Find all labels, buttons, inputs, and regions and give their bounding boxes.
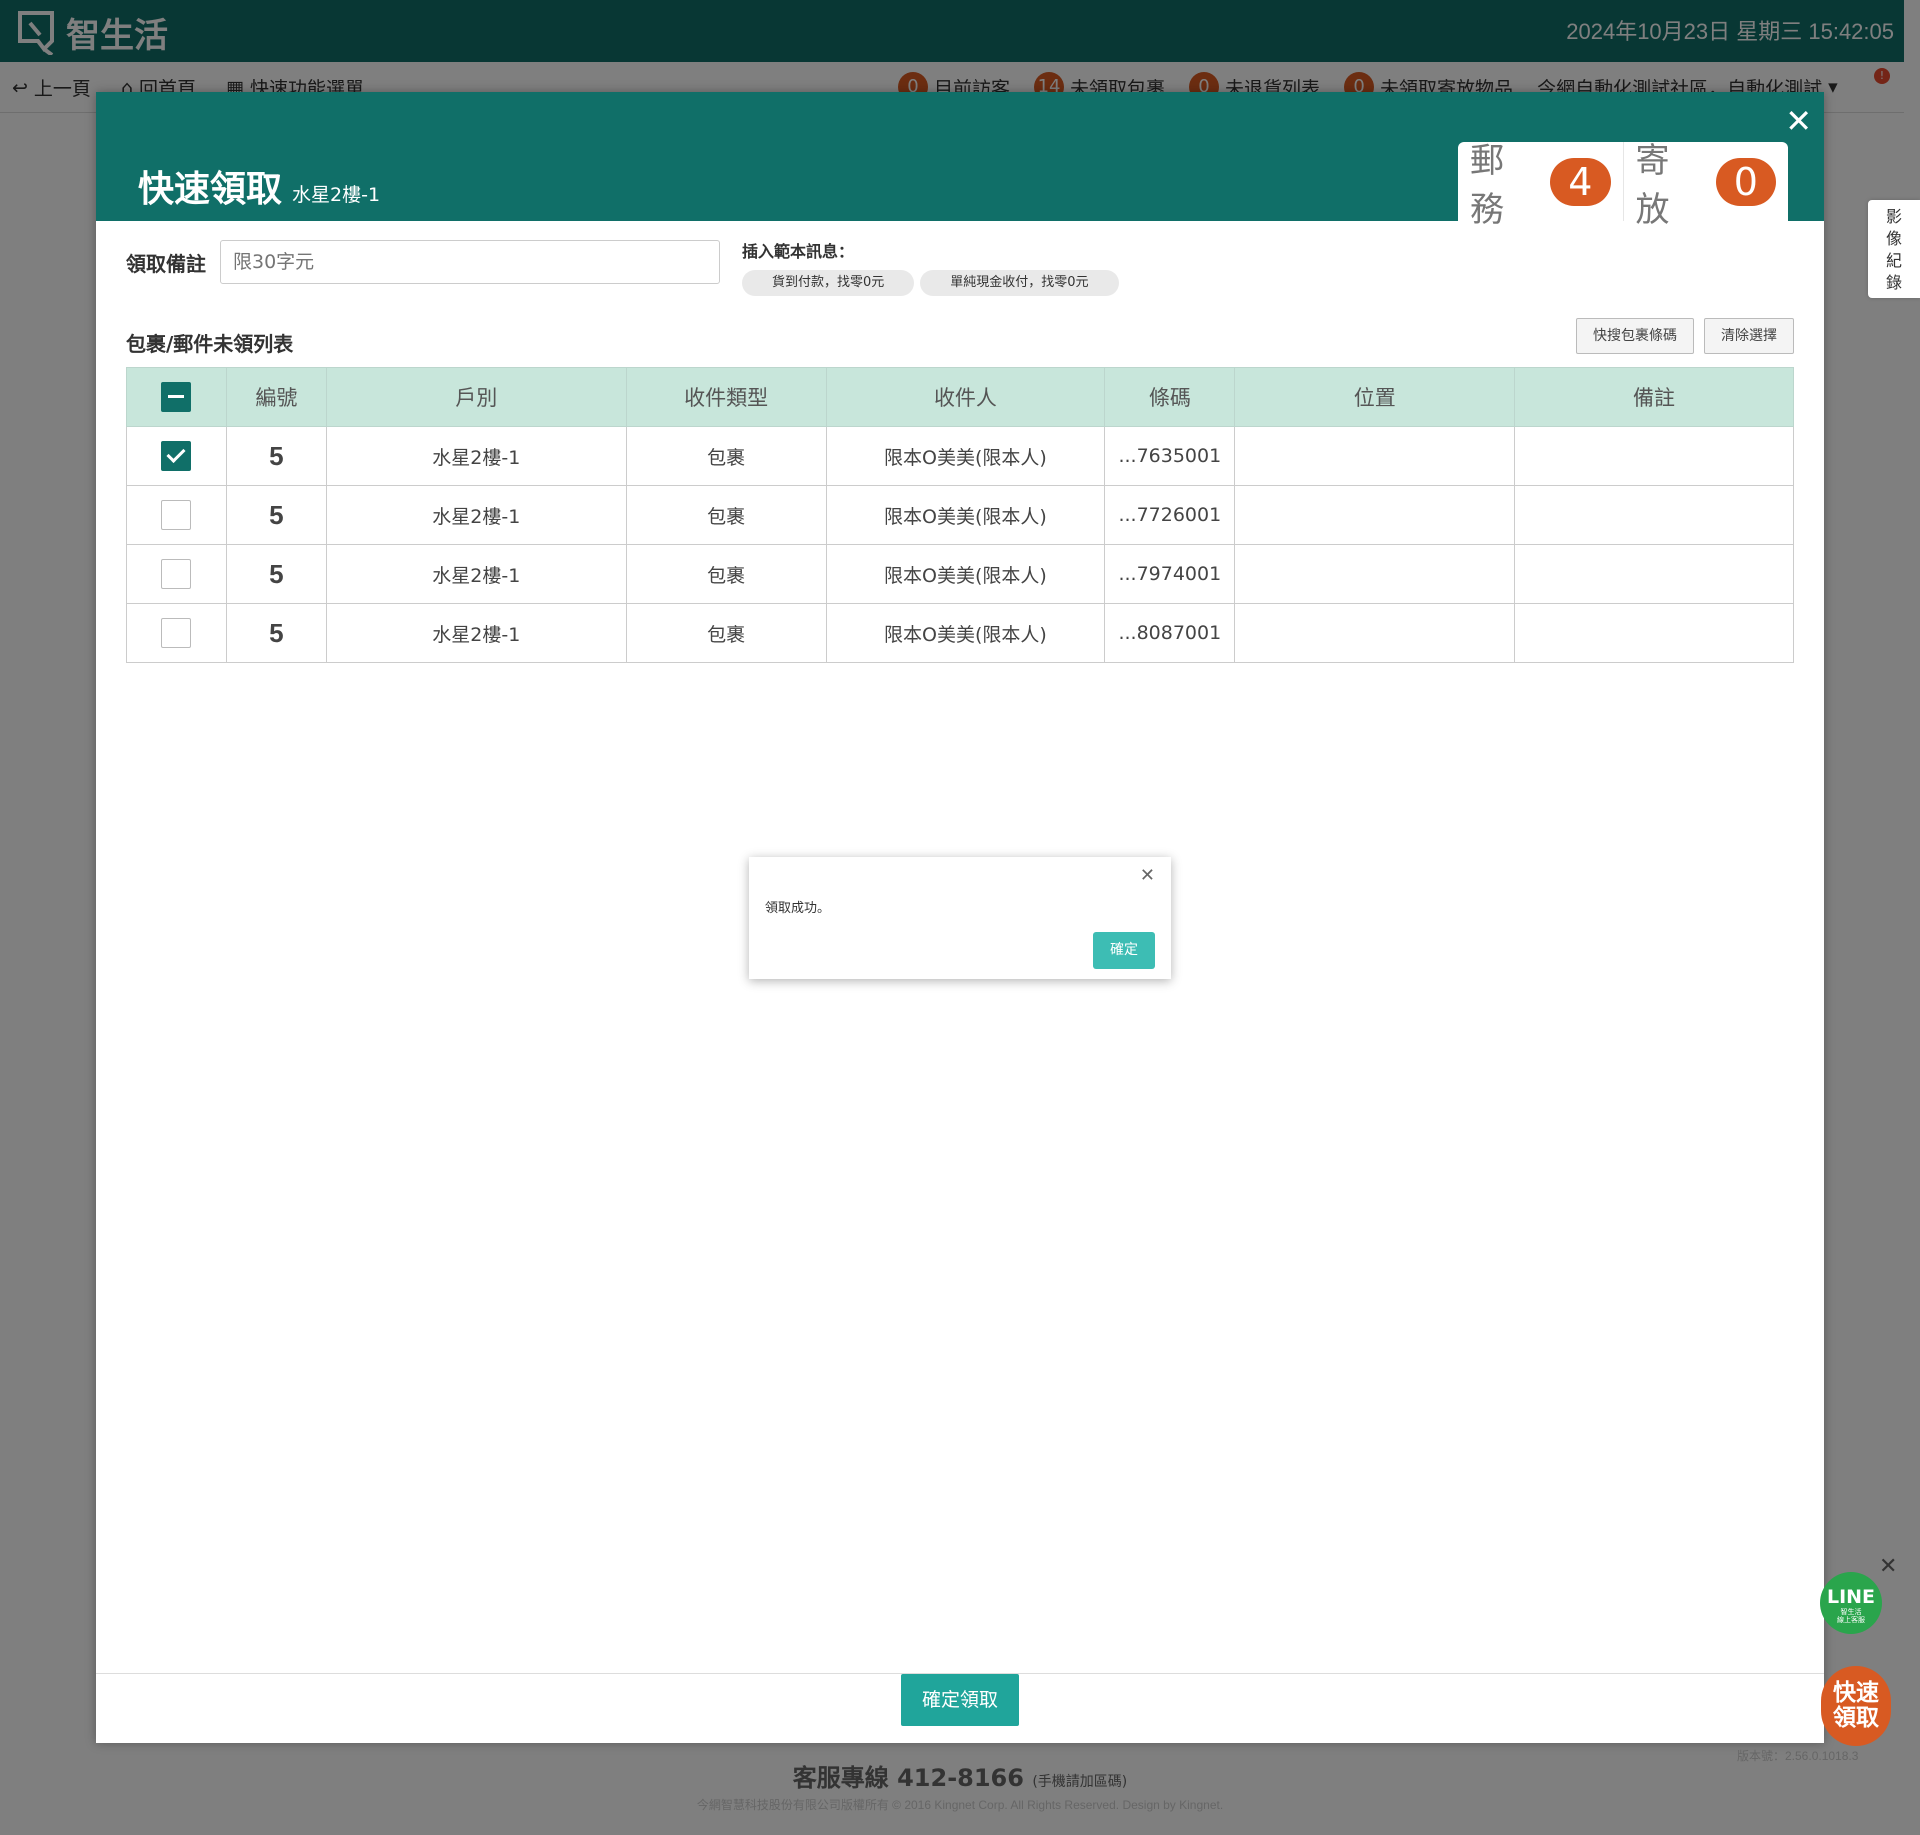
row-unit: 水星2樓-1 — [325, 485, 627, 545]
column-header: 條碼 — [1104, 367, 1236, 427]
column-header: 編號 — [225, 367, 327, 427]
column-header: 收件類型 — [625, 367, 827, 427]
list-title: 包裹/郵件未領列表 — [126, 332, 294, 356]
line-label: LINE — [1826, 1586, 1876, 1608]
row-recipient: 限本O美美(限本人) — [825, 544, 1106, 604]
tab-count: 0 — [1715, 157, 1776, 206]
row-unit: 水星2樓-1 — [325, 426, 627, 486]
confirm-pickup-button[interactable]: 確定領取 — [901, 1674, 1019, 1726]
quick-label: 快速 — [1833, 1680, 1879, 1706]
row-barcode: ...7726001 — [1104, 485, 1236, 545]
row-location — [1234, 603, 1516, 663]
row-location — [1234, 544, 1516, 604]
row-select-cell[interactable] — [126, 544, 227, 604]
row-type: 包裹 — [625, 544, 827, 604]
row-type: 包裹 — [625, 485, 827, 545]
line-sub-label: 線上客服 — [1837, 1616, 1865, 1624]
line-service-button[interactable]: LINE 智生活 線上客服 — [1820, 1572, 1882, 1634]
tab-postal[interactable]: 郵務 4 — [1458, 133, 1623, 231]
row-select-cell[interactable] — [126, 426, 227, 486]
clear-selection-button[interactable]: 清除選擇 — [1704, 318, 1794, 354]
note-row: 領取備註 — [126, 240, 720, 284]
tab-label: 寄放 — [1635, 140, 1670, 230]
copyright: 今網智慧科技股份有限公司版權所有 © 2016 Kingnet Corp. Al… — [696, 1798, 1224, 1812]
side-tab-char: 影 — [1885, 207, 1902, 226]
select-all-header[interactable] — [126, 367, 227, 427]
hotline-label: 客服專線 — [792, 1764, 889, 1792]
table-row[interactable]: 5 水星2樓-1 包裹 限本O美美(限本人) ...8087001 — [126, 603, 1794, 663]
quick-pickup-float-button[interactable]: 快速 領取 — [1821, 1666, 1891, 1746]
row-note — [1514, 485, 1794, 545]
row-checkbox[interactable] — [161, 559, 192, 589]
dialog-ok-button[interactable]: 確定 — [1093, 932, 1155, 969]
note-input[interactable] — [220, 240, 720, 284]
row-type: 包裹 — [625, 603, 827, 663]
package-table: 編號 戶別 收件類型 收件人 條碼 位置 備註 5 水星2樓-1 包裹 限本O美… — [126, 367, 1794, 663]
note-label: 領取備註 — [126, 251, 206, 276]
table-header-row: 編號 戶別 收件類型 收件人 條碼 位置 備註 — [126, 367, 1794, 427]
table-row[interactable]: 5 水星2樓-1 包裹 限本O美美(限本人) ...7726001 — [126, 485, 1794, 545]
tab-storage[interactable]: 寄放 0 — [1623, 133, 1788, 231]
select-all-checkbox[interactable] — [161, 382, 192, 412]
modal-subtitle: 水星2樓-1 — [292, 184, 381, 206]
hotline-note: (手機請加區碼) — [1032, 1774, 1128, 1790]
tab-bar: 郵務 4 寄放 0 — [1458, 141, 1788, 230]
side-tab-char: 錄 — [1885, 273, 1902, 292]
row-note — [1514, 603, 1794, 663]
row-location — [1234, 426, 1516, 486]
row-unit: 水星2樓-1 — [325, 603, 627, 663]
modal-footer: 確定領取 — [96, 1673, 1824, 1744]
success-dialog: ✕ 領取成功。 確定 — [749, 857, 1171, 979]
tab-label: 郵務 — [1470, 140, 1504, 230]
tab-count: 4 — [1550, 157, 1611, 206]
side-tab-char: 紀 — [1885, 251, 1902, 270]
template-block: 插入範本訊息： 貨到付款，找零0元 單純現金收付，找零0元 — [742, 238, 1119, 296]
row-number: 5 — [225, 544, 327, 604]
row-note — [1514, 544, 1794, 604]
hotline: 客服專線 412-8166 (手機請加區碼) — [0, 1758, 1920, 1793]
close-icon[interactable]: ✕ — [1140, 865, 1155, 886]
modal-title: 快速領取 水星2樓-1 — [138, 160, 380, 212]
row-recipient: 限本O美美(限本人) — [825, 426, 1106, 486]
template-label: 插入範本訊息： — [742, 242, 855, 261]
quick-search-barcode-button[interactable]: 快搜包裹條碼 — [1576, 318, 1694, 354]
row-select-cell[interactable] — [126, 603, 227, 663]
side-tab-char: 像 — [1885, 229, 1902, 248]
row-barcode: ...7974001 — [1104, 544, 1236, 604]
row-recipient: 限本O美美(限本人) — [825, 485, 1106, 545]
modal-title-text: 快速領取 — [138, 169, 283, 210]
close-icon[interactable]: ✕ — [1785, 102, 1812, 140]
row-checkbox[interactable] — [161, 618, 192, 648]
row-number: 5 — [225, 603, 327, 663]
row-unit: 水星2樓-1 — [325, 544, 627, 604]
row-recipient: 限本O美美(限本人) — [825, 603, 1106, 663]
row-number: 5 — [225, 485, 327, 545]
column-header: 戶別 — [325, 367, 627, 427]
template-chip[interactable]: 貨到付款，找零0元 — [742, 270, 915, 296]
row-number: 5 — [225, 426, 327, 486]
table-row[interactable]: 5 水星2樓-1 包裹 限本O美美(限本人) ...7635001 — [126, 426, 1794, 486]
quick-label: 領取 — [1833, 1705, 1879, 1731]
video-record-tab[interactable]: 影 像 紀 錄 — [1868, 200, 1920, 298]
row-select-cell[interactable] — [126, 485, 227, 545]
hotline-number: 412-8166 — [897, 1764, 1024, 1792]
column-header: 備註 — [1514, 367, 1794, 427]
row-barcode: ...7635001 — [1104, 426, 1236, 486]
row-type: 包裹 — [625, 426, 827, 486]
row-checkbox[interactable] — [161, 441, 192, 471]
column-header: 位置 — [1234, 367, 1516, 427]
row-barcode: ...8087001 — [1104, 603, 1236, 663]
row-note — [1514, 426, 1794, 486]
template-chip[interactable]: 單純現金收付，找零0元 — [920, 270, 1119, 296]
row-location — [1234, 485, 1516, 545]
modal-header: 快速領取 水星2樓-1 ✕ 郵務 4 寄放 0 — [96, 92, 1824, 230]
table-row[interactable]: 5 水星2樓-1 包裹 限本O美美(限本人) ...7974001 — [126, 544, 1794, 604]
line-sub-label: 智生活 — [1840, 1608, 1862, 1616]
dialog-message: 領取成功。 — [765, 901, 831, 916]
column-header: 收件人 — [825, 367, 1106, 427]
row-checkbox[interactable] — [161, 500, 192, 530]
